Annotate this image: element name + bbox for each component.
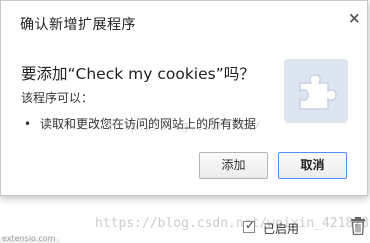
add-button[interactable]: 添加	[199, 152, 268, 179]
page-text-fragment: extensio.com	[2, 234, 56, 243]
trash-icon[interactable]	[351, 217, 365, 236]
dialog-watermark: http://blog.csdn.net/	[109, 119, 261, 133]
enabled-label: 已启用	[263, 222, 300, 236]
enabled-checkbox[interactable]: ✓	[243, 218, 256, 233]
puzzle-piece-icon	[284, 59, 348, 123]
close-icon[interactable]: ×	[348, 9, 361, 27]
dialog-title: 确认新增扩展程序	[20, 17, 136, 33]
page-watermark: https://blog.csdn.net/weixin_42187890	[95, 216, 370, 231]
cancel-button[interactable]: 取消	[278, 152, 347, 179]
permissions-heading: 该程序可以：	[21, 91, 94, 105]
confirm-extension-dialog: 确认新增扩展程序 × 要添加“Check my cookies”吗？ 该程序可以…	[0, 0, 368, 196]
bullet: •	[24, 117, 32, 131]
check-icon: ✓	[245, 218, 256, 232]
add-extension-question: 要添加“Check my cookies”吗？	[21, 65, 255, 83]
